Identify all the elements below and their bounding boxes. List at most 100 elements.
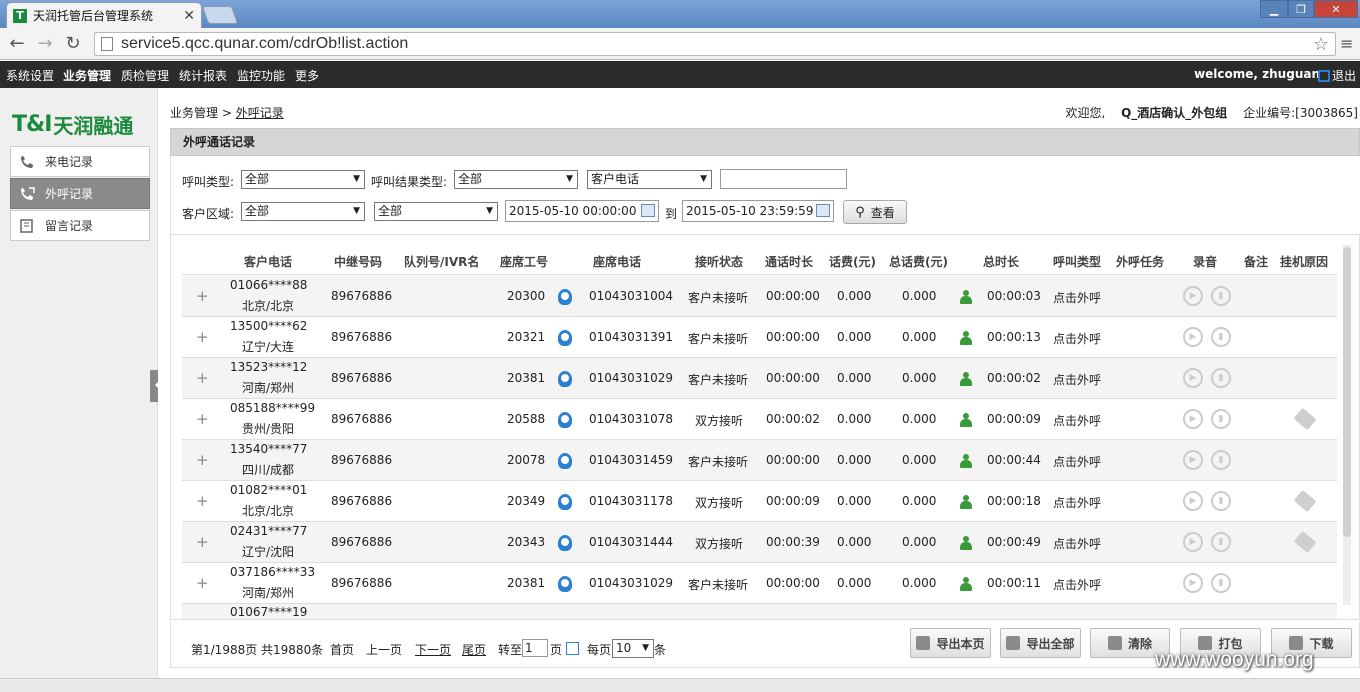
tag-icon[interactable] — [1293, 530, 1317, 554]
filter-form: 呼叫类型: 全部 呼叫结果类型: 全部 客户电话 客户区域: 全部 全部 201… — [170, 156, 1360, 234]
fee: 0.000 — [837, 453, 872, 467]
per-page-select[interactable]: 10 — [612, 639, 654, 658]
table-row[interactable]: +085188****99 贵州/贵阳 89676886 20588 010430310… — [182, 399, 1337, 440]
nav-item-business[interactable]: 业务管理 — [63, 67, 111, 84]
page-icon — [101, 37, 113, 51]
search-button[interactable]: ⚲ 查看 — [843, 200, 907, 224]
fee: 0.000 — [837, 576, 872, 590]
download-record-icon[interactable]: ▮ — [1211, 491, 1231, 511]
window-close-button[interactable]: ✕ — [1314, 0, 1358, 18]
export-page-button[interactable]: 导出本页 — [910, 628, 991, 658]
play-icon[interactable]: ▶ — [1183, 491, 1203, 511]
tab-close-icon[interactable]: ✕ — [183, 8, 195, 24]
pager-next[interactable]: 下一页 — [415, 641, 451, 658]
browser-tab[interactable]: T 天润托管后台管理系统 ✕ — [6, 2, 202, 28]
table-row[interactable]: +13523****12 河南/郑州 89676886 20381 0104303102… — [182, 358, 1337, 399]
pager-last[interactable]: 尾页 — [462, 641, 486, 658]
export-all-button[interactable]: 导出全部 — [1000, 628, 1081, 658]
answer-status: 客户未接听 — [688, 578, 749, 592]
table-row[interactable]: +01082****01 北京/北京 89676886 20349 0104303117… — [182, 481, 1337, 522]
breadcrumb-root[interactable]: 业务管理 — [170, 106, 218, 120]
expand-row-icon[interactable]: + — [196, 287, 209, 305]
agent-phone: 01043031444 — [589, 535, 673, 549]
go-page-icon[interactable] — [566, 642, 579, 655]
region-province-select[interactable]: 全部 — [241, 202, 365, 221]
maximize-button[interactable]: ❐ — [1288, 0, 1314, 18]
search-field-select[interactable]: 客户电话 — [587, 170, 712, 189]
download-record-icon[interactable]: ▮ — [1211, 532, 1231, 552]
nav-item-more[interactable]: 更多 — [295, 67, 319, 84]
download-record-icon[interactable]: ▮ — [1211, 327, 1231, 347]
expand-row-icon[interactable]: + — [196, 410, 209, 428]
search-field-input[interactable] — [720, 169, 847, 189]
tag-icon[interactable] — [1293, 489, 1317, 513]
minimize-button[interactable]: ▁ — [1260, 0, 1288, 18]
tag-icon[interactable] — [1293, 407, 1317, 431]
play-icon[interactable]: ▶ — [1183, 573, 1203, 593]
sidebar-item-voicemail[interactable]: 留言记录 — [10, 210, 150, 241]
date-to-input[interactable]: 2015-05-10 23:59:59 — [682, 200, 834, 222]
download-record-icon[interactable]: ▮ — [1211, 573, 1231, 593]
total-duration: 00:00:44 — [987, 453, 1041, 467]
fee: 0.000 — [837, 330, 872, 344]
download-record-icon[interactable]: ▮ — [1211, 368, 1231, 388]
call-type-select[interactable]: 全部 — [241, 170, 365, 189]
sidebar-collapse-handle[interactable] — [150, 370, 159, 402]
table-row[interactable]: +01067****19 — [182, 604, 1337, 619]
bookmark-star-icon[interactable]: ☆ — [1313, 34, 1329, 55]
new-tab-button[interactable] — [201, 6, 239, 24]
col-call-type: 呼叫类型 — [1053, 255, 1102, 269]
calendar-icon[interactable] — [641, 204, 655, 217]
table-row[interactable]: +13500****62 辽宁/大连 89676886 20321 0104303139… — [182, 317, 1337, 358]
reload-icon[interactable]: ↻ — [62, 33, 84, 55]
expand-row-icon[interactable]: + — [196, 533, 209, 551]
play-icon[interactable]: ▶ — [1183, 286, 1203, 306]
pager-goto-input[interactable]: 1 — [522, 639, 548, 657]
logout-link[interactable]: 退出 — [1317, 67, 1356, 84]
expand-row-icon[interactable]: + — [196, 615, 209, 619]
play-icon[interactable]: ▶ — [1183, 368, 1203, 388]
nav-item-qc[interactable]: 质检管理 — [121, 67, 169, 84]
download-record-icon[interactable]: ▮ — [1211, 450, 1231, 470]
customer-phone: 02431****77 — [230, 524, 308, 538]
expand-row-icon[interactable]: + — [196, 451, 209, 469]
welcome-text: welcome, zhuguan — [1194, 67, 1320, 81]
sidebar-item-outgoing[interactable]: 外呼记录 — [10, 178, 150, 209]
download-record-icon[interactable]: ▮ — [1211, 286, 1231, 306]
table-row[interactable]: +13540****77 四川/成都 89676886 20078 0104303145… — [182, 440, 1337, 481]
forward-arrow-icon[interactable]: → — [34, 33, 56, 55]
call-result-select[interactable]: 全部 — [454, 170, 578, 189]
table-row[interactable]: +01066****88 北京/北京 89676886 20300 0104303100… — [182, 276, 1337, 317]
pager-first[interactable]: 首页 — [330, 641, 354, 658]
expand-row-icon[interactable]: + — [196, 328, 209, 346]
play-icon[interactable]: ▶ — [1183, 327, 1203, 347]
play-icon[interactable]: ▶ — [1183, 532, 1203, 552]
outgoing-call-icon — [19, 186, 35, 201]
pager-prev[interactable]: 上一页 — [366, 641, 402, 658]
total-duration: 00:00:09 — [987, 412, 1041, 426]
date-from-input[interactable]: 2015-05-10 00:00:00 — [505, 200, 659, 222]
breadcrumb-current[interactable]: 外呼记录 — [236, 106, 284, 120]
expand-row-icon[interactable]: + — [196, 574, 209, 592]
address-bar[interactable]: service5.qcc.qunar.com/cdrOb!list.action… — [94, 32, 1336, 56]
expand-row-icon[interactable]: + — [196, 369, 209, 387]
table-scrollbar-thumb[interactable] — [1343, 247, 1351, 537]
sidebar-item-incoming[interactable]: 来电记录 — [10, 146, 150, 177]
call-type: 点击外呼 — [1053, 414, 1102, 428]
nav-item-monitor[interactable]: 监控功能 — [237, 67, 285, 84]
nav-item-reports[interactable]: 统计报表 — [179, 67, 227, 84]
download-record-icon[interactable]: ▮ — [1211, 409, 1231, 429]
calendar-icon[interactable] — [816, 204, 830, 217]
logo: T&I 天润融通 — [12, 110, 133, 138]
browser-menu-icon[interactable]: ≡ — [1340, 34, 1356, 54]
table-row[interactable]: +037186****33 河南/郑州 89676886 20381 010430310… — [182, 563, 1337, 604]
nav-item-system-settings[interactable]: 系统设置 — [6, 67, 54, 84]
play-icon[interactable]: ▶ — [1183, 450, 1203, 470]
expand-row-icon[interactable]: + — [196, 492, 209, 510]
region-city-select[interactable]: 全部 — [374, 202, 498, 221]
talk-duration: 00:00:00 — [766, 576, 820, 590]
back-arrow-icon[interactable]: ← — [6, 33, 28, 55]
agent-phone: 01043031178 — [589, 494, 673, 508]
table-row[interactable]: +02431****77 辽宁/沈阳 89676886 20343 0104303144… — [182, 522, 1337, 563]
play-icon[interactable]: ▶ — [1183, 409, 1203, 429]
